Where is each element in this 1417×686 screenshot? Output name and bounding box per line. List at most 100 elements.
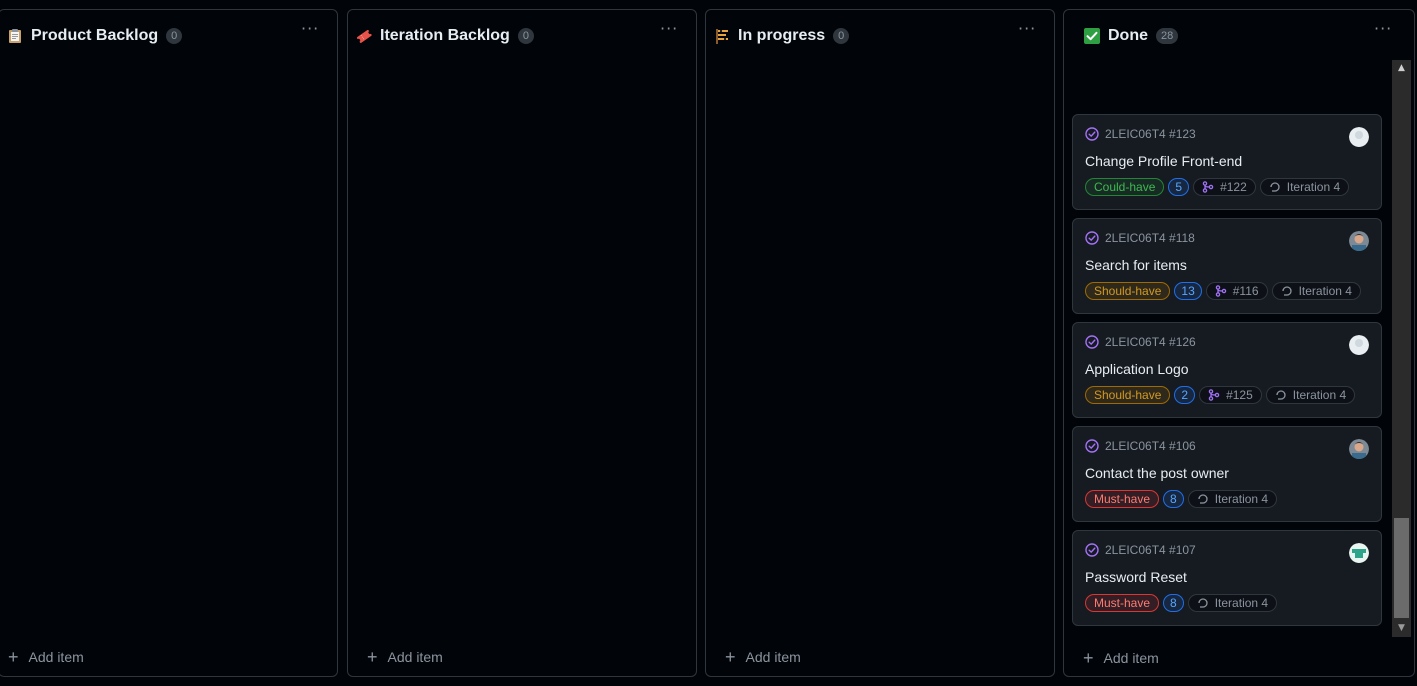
estimate-badge[interactable]: 8 <box>1163 594 1184 612</box>
estimate-badge[interactable]: 8 <box>1163 490 1184 508</box>
done-card-list: Must-have13#93#97Iteration 32LEIC06T4 #1… <box>1072 58 1384 640</box>
add-item-button[interactable]: + Add item <box>8 647 84 667</box>
column-count-badge: 0 <box>166 28 183 44</box>
pull-request-icon <box>1215 285 1233 297</box>
issue-closed-icon <box>1085 231 1105 245</box>
add-item-button[interactable]: + Add item <box>367 648 443 666</box>
badge-text: Iteration 4 <box>1214 492 1269 506</box>
badge-text: 5 <box>1175 180 1183 194</box>
issue-card[interactable]: 2LEIC06T4 #107 Password Reset Must-have 8 It… <box>1072 530 1382 626</box>
avatar[interactable] <box>1349 543 1369 563</box>
card-title[interactable]: Password Reset <box>1085 569 1187 585</box>
card-title[interactable]: Application Logo <box>1085 361 1189 377</box>
card-meta: 2LEIC06T4 #106 <box>1085 439 1196 453</box>
column-title: Done <box>1108 27 1148 44</box>
card-title[interactable]: Search for items <box>1085 257 1187 273</box>
issue-card[interactable]: 2LEIC06T4 #123 Change Profile Front-end Co… <box>1072 114 1382 210</box>
issue-card[interactable]: 2LEIC06T4 #126 Application Logo Should-hav… <box>1072 322 1382 418</box>
priority-label[interactable]: Should-have <box>1085 386 1171 404</box>
card-labels: Should-have 2 #125 Iteration 4 <box>1085 386 1356 404</box>
scroll-thumb[interactable] <box>1394 518 1409 618</box>
scroll-down-arrow-icon[interactable]: ▼ <box>1392 620 1411 637</box>
pull-request-icon <box>1208 389 1226 401</box>
badge-text: Iteration 4 <box>1214 596 1269 610</box>
column-options-icon[interactable]: ··· <box>301 21 319 42</box>
card-labels: Should-have 13 #116 Iteration 4 <box>1085 282 1361 300</box>
column-count-badge: 0 <box>517 28 534 44</box>
issue-reference[interactable]: 2LEIC06T4 #118 <box>1105 231 1195 245</box>
scroll-up-arrow-icon[interactable]: ▲ <box>1392 60 1411 77</box>
card-title[interactable]: Change Profile Front-end <box>1085 153 1242 169</box>
badge-text: #125 <box>1226 388 1253 402</box>
issue-reference[interactable]: 2LEIC06T4 #123 <box>1105 127 1196 141</box>
card-meta: 2LEIC06T4 #126 <box>1085 335 1196 349</box>
estimate-badge[interactable]: 5 <box>1168 178 1190 196</box>
project-board: Product Backlog 0 ··· + Add item Iterati… <box>0 0 1417 686</box>
column-options-icon[interactable]: ··· <box>1374 21 1392 42</box>
add-item-label: Add item <box>387 649 443 665</box>
priority-label[interactable]: Should-have <box>1085 282 1171 300</box>
plus-icon: + <box>8 647 19 667</box>
ticket-icon <box>356 28 372 44</box>
badge-text: Iteration 4 <box>1298 284 1352 298</box>
iteration-icon <box>1269 181 1287 193</box>
issue-reference[interactable]: 2LEIC06T4 #106 <box>1105 439 1196 453</box>
card-labels: Must-have 8 Iteration 4 <box>1085 490 1278 508</box>
priority-label[interactable]: Must-have <box>1085 490 1160 508</box>
issue-card[interactable]: 2LEIC06T4 #118 Search for items Should-hav… <box>1072 218 1382 314</box>
priority-label[interactable]: Could-have <box>1085 178 1165 196</box>
iteration-badge[interactable]: Iteration 4 <box>1259 178 1350 196</box>
iteration-badge[interactable]: Iteration 4 <box>1187 490 1278 508</box>
estimate-badge[interactable]: 2 <box>1174 386 1196 404</box>
card-title[interactable]: Contact the post owner <box>1085 465 1229 481</box>
card-labels: Must-have 8 Iteration 4 <box>1085 594 1278 612</box>
badge-text: Iteration 4 <box>1286 180 1341 194</box>
avatar[interactable] <box>1349 335 1369 355</box>
issue-closed-icon <box>1085 439 1105 453</box>
column-done: Done 28 ··· Must-have13#93#97Iteration 3… <box>1063 9 1415 677</box>
column-title: Iteration Backlog <box>380 27 510 44</box>
badge-text: Iteration 4 <box>1292 388 1347 402</box>
card-meta: 2LEIC06T4 #118 <box>1085 231 1195 245</box>
column-title: Product Backlog <box>31 27 159 44</box>
priority-label[interactable]: Must-have <box>1085 594 1160 612</box>
issue-closed-icon <box>1085 543 1105 557</box>
badge-text: 13 <box>1181 284 1195 298</box>
iteration-badge[interactable]: Iteration 4 <box>1271 282 1361 300</box>
done-column-scrollbar[interactable]: ▲ ▼ <box>1392 60 1411 637</box>
estimate-badge[interactable]: 13 <box>1174 282 1202 300</box>
iteration-icon <box>1275 389 1293 401</box>
iteration-icon <box>1197 597 1215 609</box>
avatar[interactable] <box>1349 231 1369 251</box>
add-item-label: Add item <box>1103 650 1159 666</box>
avatar[interactable] <box>1349 127 1369 147</box>
card-meta: 2LEIC06T4 #123 <box>1085 127 1196 141</box>
column-options-icon[interactable]: ··· <box>660 21 678 42</box>
add-item-label: Add item <box>28 649 84 665</box>
pull-request-icon <box>1202 181 1220 193</box>
badge-text: 8 <box>1170 596 1177 610</box>
column-options-icon[interactable]: ··· <box>1018 21 1036 42</box>
badge-text: Should-have <box>1094 388 1162 402</box>
iteration-icon <box>1281 285 1299 297</box>
issue-card[interactable]: 2LEIC06T4 #106 Contact the post owner Must… <box>1072 426 1382 522</box>
card-meta: 2LEIC06T4 #107 <box>1085 543 1196 557</box>
iteration-badge[interactable]: Iteration 4 <box>1265 386 1356 404</box>
add-item-button[interactable]: + Add item <box>725 648 801 666</box>
clipboard-icon <box>7 28 23 44</box>
column-header: In progress 0 <box>714 24 850 48</box>
construction-icon <box>714 28 730 44</box>
linked-pr-badge[interactable]: #125 <box>1199 386 1262 404</box>
add-item-label: Add item <box>745 649 801 665</box>
issue-reference[interactable]: 2LEIC06T4 #107 <box>1105 543 1196 557</box>
column-product-backlog: Product Backlog 0 ··· + Add item <box>0 9 338 677</box>
add-item-button[interactable]: + Add item <box>1083 649 1159 667</box>
badge-text: #116 <box>1232 284 1259 298</box>
linked-pr-badge[interactable]: #122 <box>1193 178 1256 196</box>
avatar[interactable] <box>1349 439 1369 459</box>
badge-text: 8 <box>1170 492 1177 506</box>
issue-closed-icon <box>1085 335 1105 349</box>
iteration-badge[interactable]: Iteration 4 <box>1187 594 1278 612</box>
issue-reference[interactable]: 2LEIC06T4 #126 <box>1105 335 1196 349</box>
linked-pr-badge[interactable]: #116 <box>1205 282 1268 300</box>
